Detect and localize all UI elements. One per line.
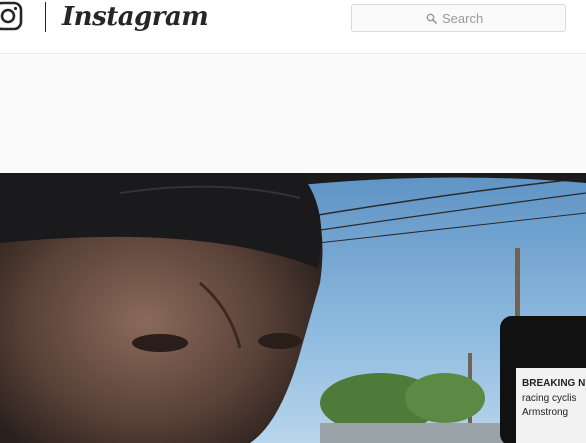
- phone-text-line-2: racing cyclis: [522, 393, 576, 404]
- camera-icon[interactable]: [0, 0, 24, 32]
- post-video[interactable]: BREAKING N racing cyclis Armstrong: [0, 173, 586, 443]
- logo-divider: [45, 2, 46, 32]
- phone-text-line-1: BREAKING N: [522, 378, 585, 389]
- page-background: [0, 55, 586, 173]
- video-frame: BREAKING N racing cyclis Armstrong: [0, 173, 586, 443]
- phone-text-line-3: Armstrong: [522, 407, 568, 418]
- search-icon: [426, 13, 437, 24]
- instagram-wordmark[interactable]: Instagram: [62, 0, 209, 34]
- search-input[interactable]: [442, 5, 562, 31]
- search-box[interactable]: [351, 4, 566, 32]
- top-nav-bar: Instagram: [0, 0, 586, 54]
